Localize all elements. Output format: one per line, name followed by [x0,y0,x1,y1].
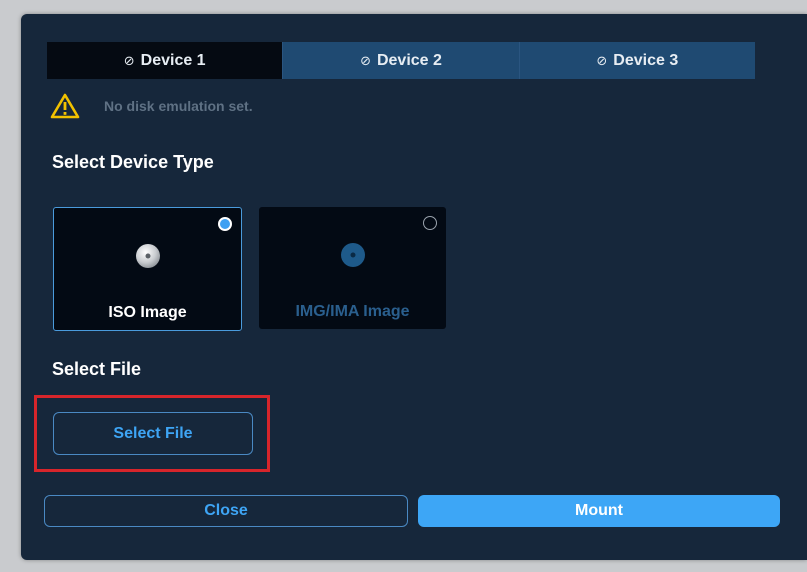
virtual-media-dialog: ⊘ Device 1 ⊘ Device 2 ⊘ Device 3 No disk… [21,14,807,560]
radio-selected[interactable] [218,217,232,231]
tab-label: Device 3 [613,51,679,69]
warning-banner: No disk emulation set. [50,93,253,119]
disc-icon [135,244,160,268]
select-file-button[interactable]: Select File [53,412,253,455]
device-type-title: Select Device Type [52,152,214,172]
tab-device-3[interactable]: ⊘ Device 3 [518,42,755,79]
tab-device-2[interactable]: ⊘ Device 2 [282,42,518,79]
mount-button[interactable]: Mount [418,495,780,527]
option-img-ima-image[interactable]: IMG/IMA Image [259,207,446,329]
tab-label: Device 2 [376,51,442,69]
option-iso-image[interactable]: ISO Image [53,207,242,331]
device-tabs: ⊘ Device 1 ⊘ Device 2 ⊘ Device 3 [47,42,755,79]
radio-unselected[interactable] [423,216,437,230]
select-file-title: Select File [52,359,142,379]
warning-icon [50,93,80,119]
option-label: IMG/IMA Image [295,303,410,320]
warning-text: No disk emulation set. [104,98,253,114]
no-symbol-icon: ⊘ [123,52,135,68]
close-button[interactable]: Close [44,495,408,527]
option-label: ISO Image [108,304,187,321]
disc-icon [340,243,365,267]
no-symbol-icon: ⊘ [596,52,608,68]
tab-label: Device 1 [140,51,206,69]
no-symbol-icon: ⊘ [360,52,371,68]
tab-device-1[interactable]: ⊘ Device 1 [47,42,283,79]
